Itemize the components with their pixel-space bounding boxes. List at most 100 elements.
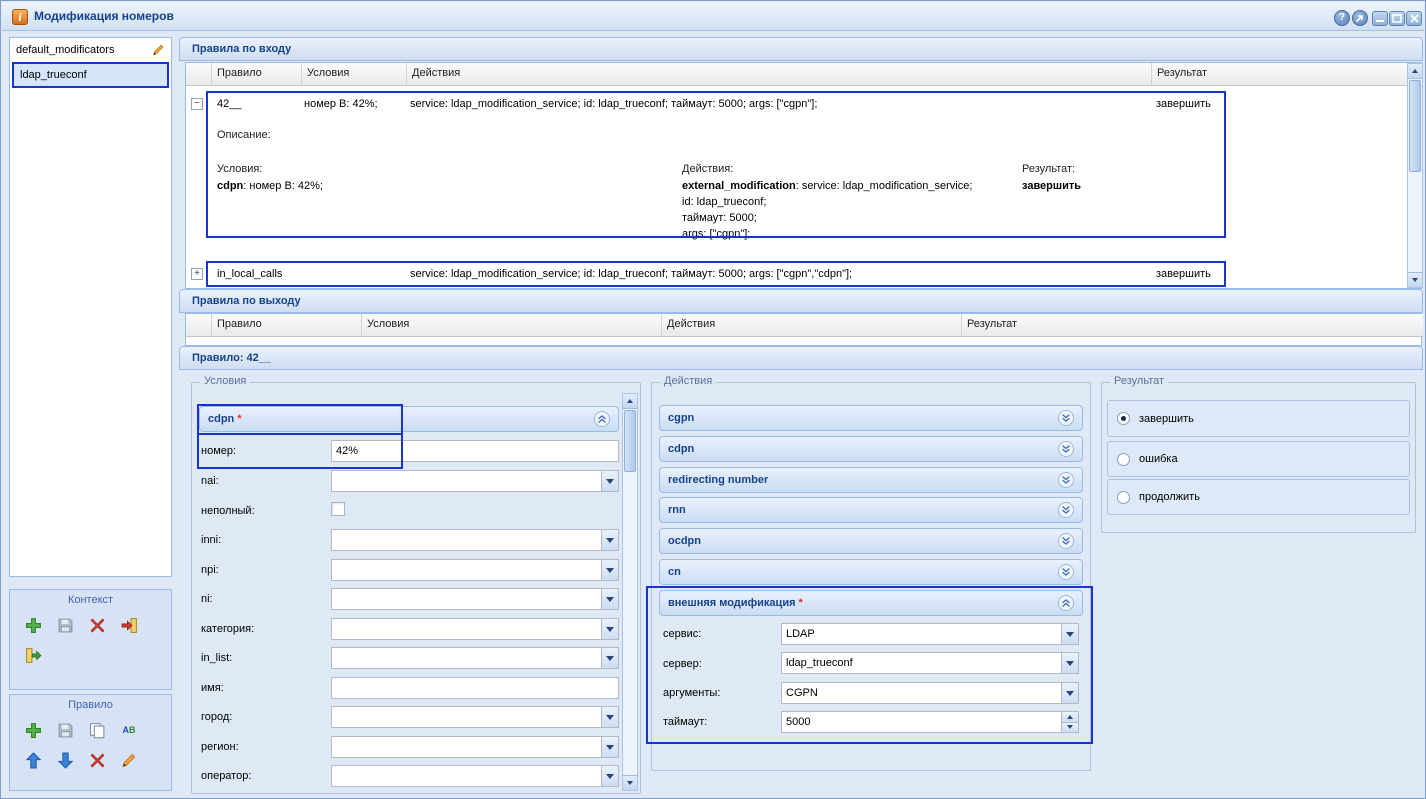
column-header-conditions[interactable]: Условия <box>362 314 662 337</box>
nai-combo[interactable] <box>331 470 619 492</box>
server-combo[interactable]: ldap_trueconf <box>781 652 1079 674</box>
nepolnyi-checkbox[interactable] <box>331 502 345 516</box>
copy-rule-button[interactable] <box>84 717 110 743</box>
radio-selected-icon[interactable] <box>1117 412 1130 425</box>
scroll-up-button[interactable] <box>623 394 637 409</box>
import-context-button[interactable] <box>116 612 142 638</box>
expand-section-button[interactable] <box>1058 502 1074 518</box>
chevron-down-icon[interactable] <box>601 560 618 580</box>
move-down-button[interactable] <box>52 747 78 773</box>
section-redirecting-number[interactable]: redirecting number <box>659 467 1083 493</box>
region-combo[interactable] <box>331 736 619 758</box>
imya-input[interactable] <box>331 677 619 699</box>
result-option-prodolzhit[interactable]: продолжить <box>1107 479 1410 515</box>
close-button[interactable] <box>1406 11 1422 26</box>
column-header-conditions[interactable]: Условия <box>302 63 407 86</box>
delete-icon <box>90 753 105 768</box>
spinner-up-icon[interactable] <box>1062 712 1078 723</box>
chevron-down-icon[interactable] <box>1061 683 1078 703</box>
maximize-button[interactable] <box>1389 11 1405 26</box>
section-cgpn[interactable]: cgpn <box>659 405 1083 431</box>
section-rnn[interactable]: rnn <box>659 497 1083 523</box>
save-rule-button[interactable] <box>52 717 78 743</box>
section-ocdpn[interactable]: ocdpn <box>659 528 1083 554</box>
gorod-combo[interactable] <box>331 706 619 728</box>
radio-icon[interactable] <box>1117 491 1130 504</box>
spinner-down-icon[interactable] <box>1062 723 1078 733</box>
nomer-input[interactable]: 42% <box>331 440 619 462</box>
scroll-up-button[interactable] <box>1408 64 1422 79</box>
conditions-scrollbar[interactable] <box>622 393 638 791</box>
scrollbar-thumb[interactable] <box>624 410 636 472</box>
save-context-button[interactable] <box>52 612 78 638</box>
chevron-down-icon[interactable] <box>601 648 618 668</box>
section-cn[interactable]: cn <box>659 559 1083 585</box>
scroll-down-button[interactable] <box>623 775 637 790</box>
chevron-down-icon[interactable] <box>601 766 618 786</box>
edit-rule-button[interactable] <box>116 747 142 773</box>
window-titlebar[interactable]: i Модификация номеров ? <box>2 2 1424 31</box>
required-marker: * <box>237 413 241 425</box>
column-header-result[interactable]: Результат <box>1152 63 1407 86</box>
expand-section-button[interactable] <box>1058 472 1074 488</box>
pin-button[interactable] <box>1352 10 1368 26</box>
section-cdpn-action[interactable]: cdpn <box>659 436 1083 462</box>
collapse-row-icon[interactable]: − <box>191 98 203 110</box>
servis-combo[interactable]: LDAP <box>781 623 1079 645</box>
scroll-down-button[interactable] <box>1408 272 1422 287</box>
list-item-label: ldap_trueconf <box>20 69 87 81</box>
section-cdpn[interactable]: cdpn * <box>199 406 619 432</box>
help-button[interactable]: ? <box>1334 10 1350 26</box>
column-header-expander[interactable] <box>186 63 212 86</box>
column-header-rule[interactable]: Правило <box>212 63 302 86</box>
column-header-actions[interactable]: Действия <box>662 314 962 337</box>
kategoriya-combo[interactable] <box>331 618 619 640</box>
chevron-down-icon[interactable] <box>601 471 618 491</box>
move-up-button[interactable] <box>20 747 46 773</box>
chevron-down-icon[interactable] <box>601 619 618 639</box>
chevron-double-down-icon <box>1061 413 1071 423</box>
column-header-actions[interactable]: Действия <box>407 63 1152 86</box>
taimaut-spinner[interactable]: 5000 <box>781 711 1079 733</box>
chevron-down-icon[interactable] <box>601 737 618 757</box>
chevron-down-icon[interactable] <box>1061 624 1078 644</box>
chevron-down-icon[interactable] <box>601 589 618 609</box>
inni-combo[interactable] <box>331 529 619 551</box>
npi-combo[interactable] <box>331 559 619 581</box>
list-item-default-modificators[interactable]: default_modificators <box>10 38 171 61</box>
column-header-result[interactable]: Результат <box>962 314 1423 337</box>
ni-combo[interactable] <box>331 588 619 610</box>
export-context-button[interactable] <box>20 642 46 668</box>
rename-rule-button[interactable]: AB <box>116 717 142 743</box>
expand-section-button[interactable] <box>1058 564 1074 580</box>
result-option-oshibka[interactable]: ошибка <box>1107 441 1410 477</box>
chevron-down-icon[interactable] <box>601 707 618 727</box>
column-header-rule[interactable]: Правило <box>212 314 362 337</box>
section-external-modification[interactable]: внешняя модификация * <box>659 590 1083 616</box>
collapse-section-button[interactable] <box>594 411 610 427</box>
column-header-expander[interactable] <box>186 314 212 337</box>
close-icon <box>1410 14 1419 23</box>
in-list-combo[interactable] <box>331 647 619 669</box>
argumenty-combo[interactable]: CGPN <box>781 682 1079 704</box>
expand-section-button[interactable] <box>1058 410 1074 426</box>
add-rule-button[interactable] <box>20 717 46 743</box>
chevron-down-icon[interactable] <box>1061 653 1078 673</box>
delete-context-button[interactable] <box>84 612 110 638</box>
scrollbar-thumb[interactable] <box>1409 80 1421 172</box>
expand-section-button[interactable] <box>1058 441 1074 457</box>
delete-rule-button[interactable] <box>84 747 110 773</box>
vertical-scrollbar[interactable] <box>1407 63 1423 288</box>
list-item-ldap-trueconf[interactable]: ldap_trueconf <box>12 62 169 88</box>
result-option-zavershit[interactable]: завершить <box>1107 400 1410 437</box>
minimize-button[interactable] <box>1372 11 1388 26</box>
radio-icon[interactable] <box>1117 453 1130 466</box>
collapse-section-button[interactable] <box>1058 595 1074 611</box>
operator-combo[interactable] <box>331 765 619 787</box>
spinner-buttons[interactable] <box>1061 712 1078 732</box>
add-context-button[interactable] <box>20 612 46 638</box>
edit-pencil-icon[interactable] <box>152 43 165 56</box>
expand-row-icon[interactable]: + <box>191 268 203 280</box>
chevron-down-icon[interactable] <box>601 530 618 550</box>
expand-section-button[interactable] <box>1058 533 1074 549</box>
